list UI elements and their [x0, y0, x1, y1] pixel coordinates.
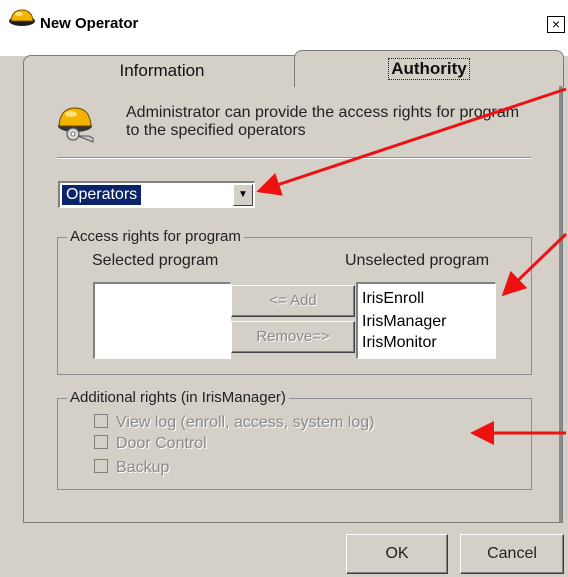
door-control-label: Door Control: [116, 435, 207, 452]
dialog-window: New Operator × Information Authority Adm…: [0, 0, 568, 577]
helmet-icon: [9, 9, 35, 26]
additional-rights-legend: Additional rights (in IrisManager): [67, 389, 289, 406]
checkbox-box[interactable]: [94, 414, 108, 428]
description-text: Administrator can provide the access rig…: [126, 104, 520, 139]
divider: [57, 157, 531, 159]
helmet-key-icon: [58, 107, 94, 143]
remove-button[interactable]: Remove=>: [231, 321, 355, 353]
selected-program-list[interactable]: [93, 282, 231, 359]
list-item[interactable]: IrisEnroll: [362, 288, 424, 310]
list-item[interactable]: IrisManager: [362, 311, 446, 333]
view-log-checkbox[interactable]: View log (enroll, access, system log): [94, 413, 374, 433]
cancel-button[interactable]: Cancel: [460, 534, 564, 574]
unselected-program-list[interactable]: IrisEnroll IrisManager IrisMonitor: [356, 282, 496, 359]
door-control-checkbox[interactable]: Door Control: [94, 434, 207, 454]
window-title: New Operator: [40, 15, 139, 32]
backup-label: Backup: [116, 459, 170, 476]
view-log-label: View log (enroll, access, system log): [116, 414, 375, 431]
unselected-program-label: Unselected program: [345, 252, 490, 269]
right-edge: [559, 86, 562, 522]
tab-authority[interactable]: Authority: [294, 50, 564, 87]
close-button[interactable]: ×: [547, 16, 565, 33]
access-rights-legend: Access rights for program: [67, 228, 244, 245]
selected-program-label: Selected program: [92, 252, 219, 269]
tab-authority-label: Authority: [388, 58, 470, 80]
add-button[interactable]: <= Add: [231, 285, 355, 317]
backup-checkbox[interactable]: Backup: [94, 458, 169, 478]
operator-select-value: Operators: [62, 185, 142, 205]
checkbox-box[interactable]: [94, 459, 108, 473]
tab-information[interactable]: Information: [23, 55, 301, 86]
chevron-down-icon[interactable]: ▼: [233, 184, 253, 206]
checkbox-box[interactable]: [94, 435, 108, 449]
ok-button[interactable]: OK: [346, 534, 448, 574]
list-item[interactable]: IrisMonitor: [362, 332, 437, 354]
title-bar: New Operator ×: [0, 0, 568, 34]
operator-select[interactable]: Operators ▼: [58, 181, 255, 208]
